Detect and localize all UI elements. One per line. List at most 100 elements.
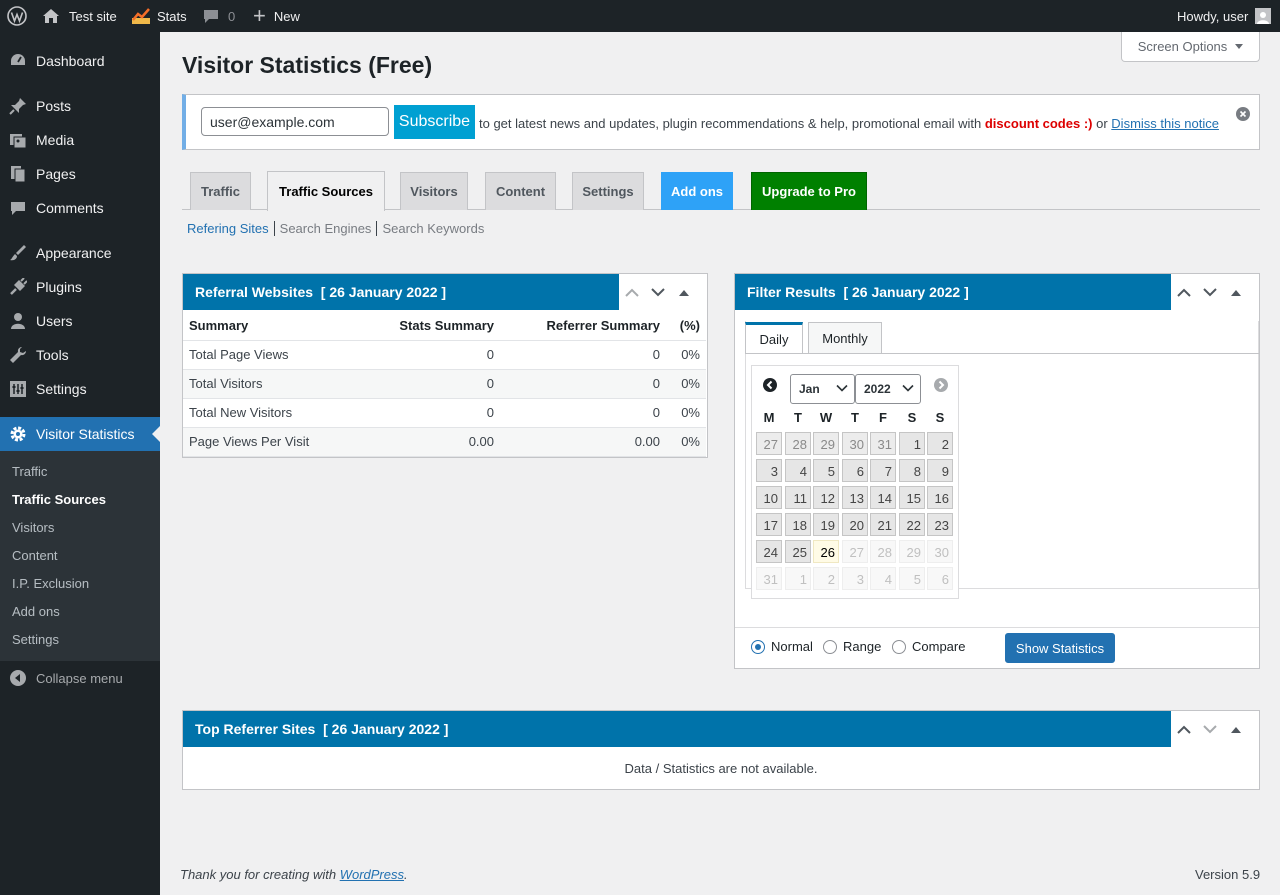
calendar-day[interactable]: 23 bbox=[927, 513, 953, 536]
tab-traffic-sources[interactable]: Traffic Sources bbox=[267, 171, 385, 211]
toggle-panel-icon[interactable] bbox=[1223, 289, 1249, 296]
calendar-day[interactable]: 8 bbox=[899, 459, 925, 482]
show-statistics-button[interactable]: Show Statistics bbox=[1005, 633, 1115, 663]
sidebar-item-users[interactable]: Users bbox=[0, 304, 160, 338]
calendar-day[interactable]: 10 bbox=[756, 486, 782, 509]
submenu-item-add-ons[interactable]: Add ons bbox=[12, 604, 60, 619]
prev-month-icon[interactable] bbox=[763, 378, 777, 395]
calendar-day[interactable]: 13 bbox=[842, 486, 868, 509]
calendar-day[interactable]: 25 bbox=[785, 540, 811, 563]
radio-range[interactable]: Range bbox=[823, 639, 881, 654]
sidebar-item-pages[interactable]: Pages bbox=[0, 157, 160, 191]
calendar-day[interactable]: 7 bbox=[870, 459, 896, 482]
move-down-icon[interactable] bbox=[1197, 287, 1223, 297]
email-input[interactable] bbox=[201, 107, 389, 136]
dismiss-close-icon[interactable] bbox=[1236, 107, 1250, 124]
calendar-day[interactable]: 24 bbox=[756, 540, 782, 563]
radio-normal[interactable]: Normal bbox=[751, 639, 813, 654]
column-header: Summary bbox=[183, 311, 333, 341]
tab-content[interactable]: Content bbox=[485, 172, 556, 210]
calendar-day[interactable]: 31 bbox=[870, 432, 896, 455]
sidebar-item-posts[interactable]: Posts bbox=[0, 89, 160, 123]
sidebar-item-dashboard[interactable]: Dashboard bbox=[0, 44, 160, 78]
calendar-day[interactable]: 16 bbox=[927, 486, 953, 509]
sidebar-item-tools[interactable]: Tools bbox=[0, 338, 160, 372]
sidebar-item-appearance[interactable]: Appearance bbox=[0, 236, 160, 270]
calendar-day[interactable]: 28 bbox=[785, 432, 811, 455]
calendar-day[interactable]: 17 bbox=[756, 513, 782, 536]
calendar-day[interactable]: 30 bbox=[842, 432, 868, 455]
calendar-day[interactable]: 19 bbox=[813, 513, 839, 536]
screen-options-button[interactable]: Screen Options bbox=[1121, 32, 1260, 62]
calendar-day[interactable]: 21 bbox=[870, 513, 896, 536]
submenu-item-settings[interactable]: Settings bbox=[12, 632, 59, 647]
calendar-day[interactable]: 3 bbox=[756, 459, 782, 482]
subtab-search-engines[interactable]: Search Engines bbox=[273, 221, 377, 236]
tab-daily[interactable]: Daily bbox=[745, 322, 803, 354]
sidebar-item-media[interactable]: Media bbox=[0, 123, 160, 157]
calendar-day[interactable]: 14 bbox=[870, 486, 896, 509]
tab-traffic[interactable]: Traffic bbox=[190, 172, 251, 210]
move-up-icon[interactable] bbox=[1171, 725, 1197, 734]
stats-link[interactable]: Stats bbox=[132, 0, 187, 32]
subtab-search-keywords[interactable]: Search Keywords bbox=[376, 221, 489, 236]
tab-visitors[interactable]: Visitors bbox=[400, 172, 468, 210]
subscribe-button[interactable]: Subscribe bbox=[394, 105, 475, 139]
calendar-day[interactable]: 12 bbox=[813, 486, 839, 509]
sidebar-item-plugins[interactable]: Plugins bbox=[0, 270, 160, 304]
sidebar-item-label: Media bbox=[36, 132, 75, 148]
radio-compare[interactable]: Compare bbox=[892, 639, 965, 654]
wordpress-link[interactable]: WordPress bbox=[340, 867, 404, 882]
submenu-item-visitors[interactable]: Visitors bbox=[12, 520, 54, 535]
calendar-day[interactable]: 29 bbox=[813, 432, 839, 455]
new-content-link[interactable]: + New bbox=[253, 0, 300, 32]
move-down-icon[interactable] bbox=[1197, 724, 1223, 734]
month-select[interactable]: Jan bbox=[790, 374, 855, 404]
year-select[interactable]: 2022 bbox=[855, 374, 921, 404]
tab-upgrade-to-pro[interactable]: Upgrade to Pro bbox=[751, 172, 867, 210]
referral-websites-header[interactable]: Referral Websites [ 26 January 2022 ] bbox=[183, 274, 619, 310]
sub-navigation: Refering Sites Search Engines Search Key… bbox=[187, 221, 489, 236]
calendar-day[interactable]: 11 bbox=[785, 486, 811, 509]
calendar-day[interactable]: 15 bbox=[899, 486, 925, 509]
dismiss-notice-link[interactable]: Dismiss this notice bbox=[1111, 116, 1219, 131]
account-menu[interactable]: Howdy, user bbox=[1177, 0, 1272, 32]
calendar-day[interactable]: 27 bbox=[756, 432, 782, 455]
selected-year: 2022 bbox=[864, 382, 891, 396]
calendar-day[interactable]: 20 bbox=[842, 513, 868, 536]
calendar-day[interactable]: 22 bbox=[899, 513, 925, 536]
submenu-item-ip-exclusion[interactable]: I.P. Exclusion bbox=[12, 576, 89, 591]
calendar-day[interactable]: 5 bbox=[813, 459, 839, 482]
radio-unchecked-icon bbox=[823, 639, 837, 654]
calendar-day[interactable]: 2 bbox=[927, 432, 953, 455]
top-referrer-sites-header[interactable]: Top Referrer Sites [ 26 January 2022 ] bbox=[183, 711, 1171, 747]
submenu-item-content[interactable]: Content bbox=[12, 548, 58, 563]
calendar-day[interactable]: 26 bbox=[813, 540, 839, 563]
howdy-text: Howdy, user bbox=[1177, 8, 1249, 24]
move-up-icon[interactable] bbox=[1171, 288, 1197, 297]
wordpress-logo-icon[interactable] bbox=[7, 0, 27, 32]
collapse-menu-button[interactable]: Collapse menu bbox=[0, 661, 160, 695]
tab-monthly[interactable]: Monthly bbox=[808, 322, 882, 354]
sidebar-item-comments[interactable]: Comments bbox=[0, 191, 160, 225]
calendar-day[interactable]: 1 bbox=[899, 432, 925, 455]
calendar-day[interactable]: 18 bbox=[785, 513, 811, 536]
toggle-panel-icon[interactable] bbox=[671, 289, 697, 296]
move-down-icon[interactable] bbox=[645, 287, 671, 297]
tab-add-ons[interactable]: Add ons bbox=[661, 172, 733, 210]
submenu-item-traffic[interactable]: Traffic bbox=[12, 464, 47, 479]
sidebar-item-settings[interactable]: Settings bbox=[0, 372, 160, 406]
calendar-day[interactable]: 9 bbox=[927, 459, 953, 482]
next-month-icon[interactable] bbox=[934, 378, 948, 395]
subtab-refering-sites[interactable]: Refering Sites bbox=[187, 221, 274, 236]
comments-link[interactable]: 0 bbox=[203, 0, 235, 32]
toggle-panel-icon[interactable] bbox=[1223, 726, 1249, 733]
calendar-day[interactable]: 4 bbox=[785, 459, 811, 482]
tab-settings[interactable]: Settings bbox=[572, 172, 644, 210]
filter-results-header[interactable]: Filter Results [ 26 January 2022 ] bbox=[735, 274, 1171, 310]
calendar-day[interactable]: 6 bbox=[842, 459, 868, 482]
move-up-icon[interactable] bbox=[619, 288, 645, 297]
submenu-item-traffic-sources[interactable]: Traffic Sources bbox=[12, 492, 106, 507]
site-home-link[interactable]: Test site bbox=[42, 0, 117, 32]
sidebar-item-visitor-statistics[interactable]: Visitor Statistics bbox=[0, 417, 160, 451]
